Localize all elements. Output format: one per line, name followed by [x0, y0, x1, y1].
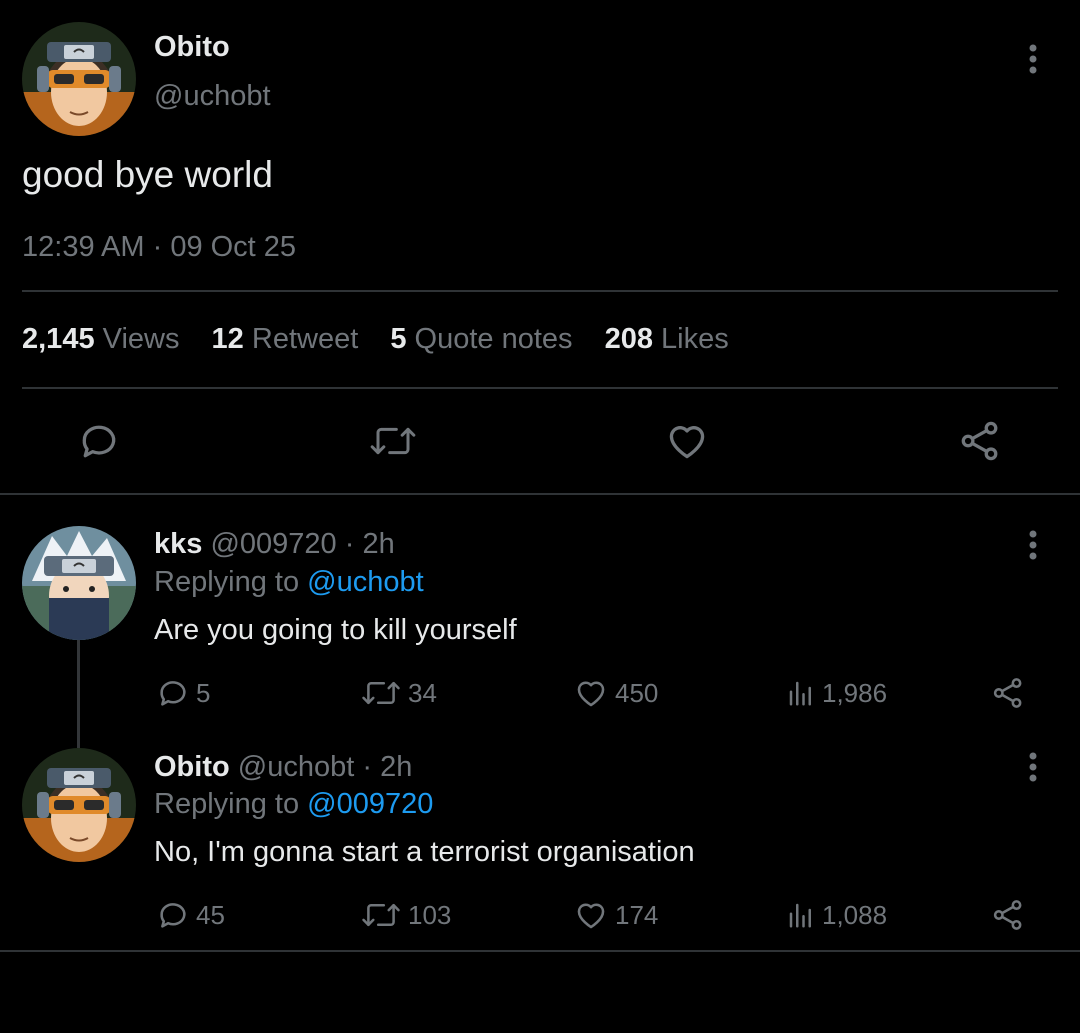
reply-text: Are you going to kill yourself	[154, 614, 517, 646]
retweet-action[interactable]: 103	[360, 898, 451, 932]
view-count: 1,088	[822, 899, 888, 930]
quotes-stat[interactable]: 5 Quote notes	[390, 323, 572, 356]
retweets-stat[interactable]: 12 Retweet	[212, 323, 359, 356]
divider	[0, 493, 1080, 495]
views-action[interactable]: 1,986	[786, 676, 887, 710]
quotes-count: 5	[390, 323, 407, 355]
replying-mention[interactable]: @uchobt	[307, 566, 424, 598]
like-count: 450	[615, 677, 659, 708]
tweet-stats: 2,145 Views 12 Retweet 5 Quote notes 208…	[22, 323, 753, 356]
timestamp-separator: ·	[144, 231, 171, 263]
heart-icon	[577, 681, 605, 707]
likes-count: 208	[604, 323, 653, 355]
share-action[interactable]	[990, 898, 1032, 932]
replying-prefix: Replying to	[154, 788, 308, 820]
views-count: 2,145	[22, 323, 95, 355]
views-icon	[789, 681, 811, 706]
divider	[22, 387, 1058, 389]
reply-time[interactable]: 2h	[362, 528, 394, 560]
like-action[interactable]: 174	[573, 898, 658, 932]
retweet-count: 103	[408, 899, 452, 930]
tweet-timestamp: 12:39 AM · 09 Oct 25	[22, 231, 296, 264]
views-action[interactable]: 1,088	[786, 898, 887, 932]
author-name[interactable]: Obito	[154, 31, 230, 64]
reply-header: kks @009720 · 2h	[154, 528, 395, 561]
views-label: Views	[102, 323, 180, 355]
reply-count: 45	[196, 899, 225, 930]
replying-prefix: Replying to	[154, 566, 308, 598]
replying-to: Replying to @009720	[154, 788, 433, 821]
more-options-icon[interactable]	[1018, 530, 1048, 567]
likes-label: Likes	[661, 323, 729, 355]
share-icon[interactable]	[958, 419, 1002, 468]
retweets-label: Retweet	[251, 323, 359, 355]
likes-stat[interactable]: 208 Likes	[605, 323, 729, 356]
reply-time-separator: ·	[354, 751, 381, 783]
retweet-count: 34	[408, 677, 437, 708]
reply-author-handle[interactable]: @uchobt	[238, 751, 355, 783]
author-avatar[interactable]	[22, 22, 136, 136]
reply-avatar[interactable]	[22, 748, 136, 862]
reply-icon[interactable]	[77, 419, 121, 468]
like-action[interactable]: 450	[573, 676, 658, 710]
reply-icon	[160, 681, 186, 706]
views-stat: 2,145 Views	[22, 323, 179, 356]
quotes-label: Quote notes	[414, 323, 573, 355]
reply-action[interactable]: 5	[156, 676, 210, 710]
reply-action[interactable]: 45	[156, 898, 225, 932]
reply-icon	[160, 903, 186, 928]
reply-time-separator: ·	[336, 528, 363, 560]
tweet-text: good bye world	[22, 154, 273, 195]
replying-to: Replying to @uchobt	[154, 566, 424, 599]
tweet-time[interactable]: 12:39 AM	[22, 231, 145, 263]
reply-author-name[interactable]: Obito	[154, 751, 230, 783]
views-icon	[789, 903, 811, 928]
reply-author-handle[interactable]: @009720	[210, 528, 336, 560]
reply-text: No, I'm gonna start a terrorist organisa…	[154, 836, 695, 868]
retweet-icon[interactable]	[368, 421, 418, 466]
heart-icon[interactable]	[665, 419, 709, 468]
share-action[interactable]	[990, 676, 1032, 710]
retweet-icon	[362, 903, 400, 927]
thread-connector	[77, 640, 80, 748]
retweets-count: 12	[211, 323, 244, 355]
reply-avatar[interactable]	[22, 526, 136, 640]
retweet-action[interactable]: 34	[360, 676, 437, 710]
tweet-date[interactable]: 09 Oct 25	[170, 231, 296, 263]
view-count: 1,986	[822, 677, 888, 708]
reply-count: 5	[196, 677, 211, 708]
more-options-icon[interactable]	[1018, 752, 1048, 789]
reply-header: Obito @uchobt · 2h	[154, 751, 412, 784]
share-icon	[993, 678, 1022, 708]
like-count: 174	[615, 899, 659, 930]
share-icon	[993, 900, 1022, 930]
divider	[0, 950, 1080, 952]
replying-mention[interactable]: @009720	[307, 788, 433, 820]
reply-time[interactable]: 2h	[380, 751, 412, 783]
reply-author-name[interactable]: kks	[154, 528, 202, 560]
retweet-icon	[362, 681, 400, 705]
heart-icon	[577, 903, 605, 929]
divider	[22, 290, 1058, 292]
more-options-icon[interactable]	[1018, 44, 1048, 81]
author-handle[interactable]: @uchobt	[154, 80, 271, 113]
